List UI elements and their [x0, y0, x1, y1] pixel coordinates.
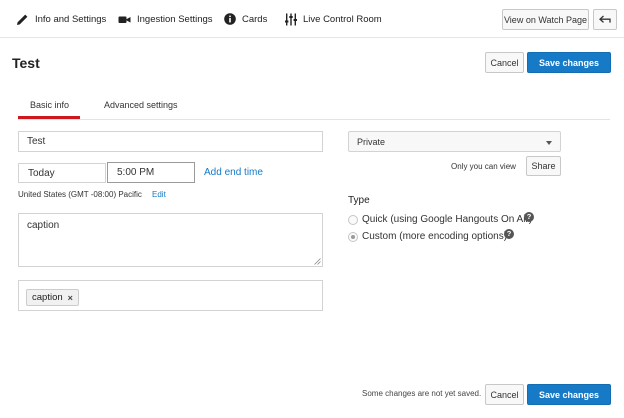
timezone-edit-link[interactable]: Edit	[152, 190, 166, 199]
nav-label: Live Control Room	[303, 13, 382, 25]
tag-remove-icon[interactable]: ×	[68, 293, 73, 303]
button-label: View on Watch Page	[503, 14, 588, 25]
nav-cards[interactable]: Cards	[224, 11, 267, 27]
privacy-select[interactable]: Private	[348, 131, 561, 152]
nav-info-and-settings[interactable]: Info and Settings	[16, 11, 106, 27]
radio-custom[interactable]	[348, 232, 358, 242]
pencil-icon	[17, 14, 28, 25]
cancel-button[interactable]: Cancel	[485, 52, 524, 73]
button-label: Cancel	[490, 389, 519, 400]
tab-divider	[18, 119, 610, 120]
quick-option-detail: (using Google Hangouts On Air)	[390, 214, 533, 225]
share-button[interactable]: Share	[526, 156, 561, 176]
button-label: Share	[531, 161, 556, 171]
custom-help-icon[interactable]: ?	[504, 229, 514, 239]
time-input[interactable]: 5:00 PM	[107, 162, 195, 183]
active-tab-indicator	[18, 116, 80, 119]
timezone-text: United States (GMT -08:00) Pacific	[18, 190, 142, 199]
custom-option-detail: (more encoding options)	[399, 231, 508, 242]
radio-quick[interactable]	[348, 215, 358, 225]
back-arrow-icon	[599, 15, 611, 23]
unsaved-changes-status: Some changes are not yet saved.	[362, 389, 482, 398]
quick-help-icon[interactable]: ?	[524, 212, 534, 222]
description-value: caption	[27, 220, 60, 231]
tab-label: Basic info	[30, 100, 70, 110]
title-input[interactable]: Test	[18, 131, 323, 152]
date-input[interactable]: Today	[18, 163, 106, 183]
tab-basic-info[interactable]: Basic info	[30, 100, 69, 110]
description-textarea[interactable]: caption	[18, 213, 323, 267]
quick-option-name: Quick	[362, 214, 388, 225]
page-title: Test	[12, 55, 40, 71]
title-input-value: Test	[27, 136, 46, 147]
type-heading: Type	[348, 195, 370, 206]
button-label: Cancel	[490, 57, 519, 68]
button-label: Save changes	[538, 389, 600, 400]
add-end-time-link[interactable]: Add end time	[204, 167, 263, 178]
privacy-selected-value: Private	[357, 137, 386, 147]
top-nav-bar: Info and Settings Ingestion Settings Car…	[0, 0, 624, 38]
tab-label: Advanced settings	[104, 100, 178, 110]
date-input-value: Today	[28, 168, 55, 179]
chevron-down-icon	[546, 141, 552, 145]
save-changes-button[interactable]: Save changes	[527, 52, 611, 73]
video-camera-icon	[118, 16, 131, 23]
view-on-watch-page-button[interactable]: View on Watch Page	[502, 9, 589, 30]
tag-label: caption	[32, 292, 63, 303]
footer-cancel-button[interactable]: Cancel	[485, 384, 524, 405]
privacy-hint: Only you can view	[451, 162, 516, 171]
nav-label: Info and Settings	[35, 13, 107, 25]
tag-chip: caption ×	[26, 289, 79, 306]
nav-ingestion-settings[interactable]: Ingestion Settings	[118, 11, 213, 27]
tab-advanced-settings[interactable]: Advanced settings	[104, 100, 178, 110]
nav-label: Cards	[242, 13, 268, 25]
custom-option-name: Custom	[362, 231, 397, 242]
nav-live-control-room[interactable]: Live Control Room	[285, 11, 382, 27]
info-icon	[224, 13, 236, 25]
quick-option-label: Quick (using Google Hangouts On Air)	[362, 214, 532, 225]
nav-label: Ingestion Settings	[137, 13, 213, 25]
footer-save-changes-button[interactable]: Save changes	[527, 384, 611, 405]
back-button[interactable]	[593, 9, 617, 30]
sliders-icon	[285, 13, 297, 25]
time-input-value: 5:00 PM	[117, 167, 155, 178]
resize-handle-icon[interactable]	[313, 257, 321, 265]
button-label: Save changes	[538, 57, 600, 68]
custom-option-label: Custom (more encoding options)	[362, 231, 507, 242]
